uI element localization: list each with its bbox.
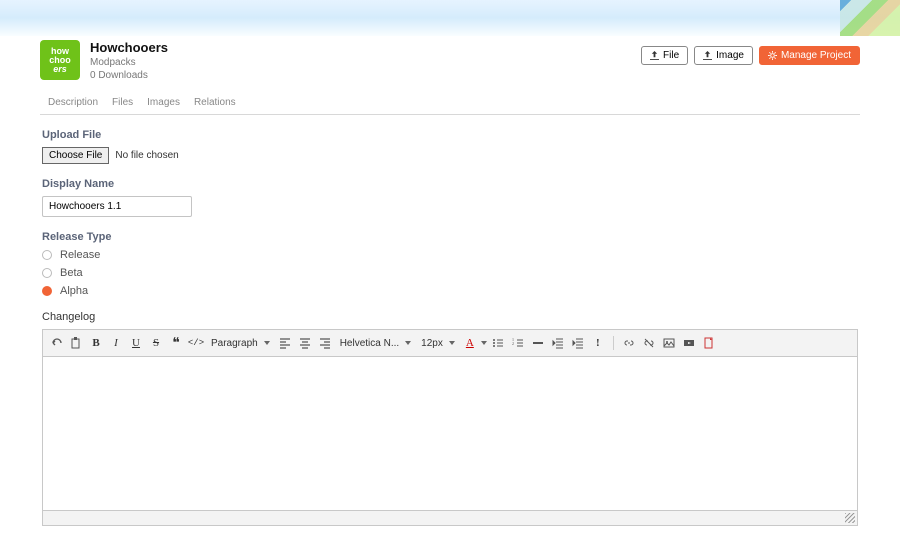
radio-icon [42,268,52,278]
project-tabs: Description Files Images Relations [40,91,860,115]
upload-icon [703,51,712,60]
separator [613,336,614,350]
bold-button[interactable]: B [87,334,105,352]
release-type-label: Release Type [42,231,858,243]
chevron-down-icon [449,341,455,345]
upload-icon [650,51,659,60]
paste-button[interactable] [67,334,85,352]
dropdown-label: Helvetica N... [340,338,399,349]
textcolor-button[interactable]: A [461,334,479,352]
banner-sprite [840,0,900,36]
strikethrough-button[interactable]: S [147,334,165,352]
editor-footer [43,511,857,525]
chevron-down-icon [264,341,270,345]
rich-text-editor: B I U S ❝ </> Paragraph Helvetica N... 1… [42,329,858,526]
paragraph-dropdown[interactable]: Paragraph [207,338,274,349]
link-button[interactable] [620,334,638,352]
changelog-label: Changelog [42,311,858,323]
radio-label: Release [60,249,100,261]
radio-icon [42,250,52,260]
gear-icon [768,51,777,60]
resize-grip-icon[interactable] [845,513,855,523]
manage-button-label: Manage Project [781,50,851,61]
tab-files[interactable]: Files [112,97,133,108]
unlink-button[interactable] [640,334,658,352]
undo-button[interactable] [47,334,65,352]
dropdown-label: Paragraph [211,338,258,349]
editor-toolbar: B I U S ❝ </> Paragraph Helvetica N... 1… [43,330,857,357]
indent-button[interactable] [569,334,587,352]
project-avatar[interactable]: how choo ers [40,40,80,80]
project-title: Howchooers [90,40,168,55]
fontsize-dropdown[interactable]: 12px [417,338,459,349]
align-center-button[interactable] [296,334,314,352]
video-button[interactable] [680,334,698,352]
chevron-down-icon [405,341,411,345]
banner-background [0,0,900,36]
image-button-label: Image [716,50,744,61]
project-downloads: 0 Downloads [90,70,168,81]
chevron-down-icon[interactable] [481,341,487,345]
tab-images[interactable]: Images [147,97,180,108]
tab-description[interactable]: Description [48,97,98,108]
display-name-label: Display Name [42,178,858,190]
release-option-alpha[interactable]: Alpha [42,285,858,297]
ul-button[interactable] [489,334,507,352]
image-button[interactable]: Image [694,46,753,65]
avatar-text: ers [53,65,67,74]
choose-file-button[interactable]: Choose File [42,147,109,164]
editor-body[interactable] [43,357,857,511]
align-right-button[interactable] [316,334,334,352]
underline-button[interactable]: U [127,334,145,352]
font-dropdown[interactable]: Helvetica N... [336,338,415,349]
release-option-release[interactable]: Release [42,249,858,261]
quote-button[interactable]: ❝ [167,334,185,352]
display-name-input[interactable] [42,196,192,217]
svg-text:2: 2 [512,341,514,346]
no-file-text: No file chosen [115,150,178,161]
radio-label: Alpha [60,285,88,297]
file-button[interactable]: File [641,46,688,65]
align-left-button[interactable] [276,334,294,352]
dropdown-label: 12px [421,338,443,349]
important-button[interactable]: ! [589,334,607,352]
code-button[interactable]: </> [187,334,205,352]
manage-project-button[interactable]: Manage Project [759,46,860,65]
file-button-label: File [663,50,679,61]
hr-button[interactable] [529,334,547,352]
upload-file-label: Upload File [42,129,858,141]
italic-button[interactable]: I [107,334,125,352]
project-header: how choo ers Howchooers Modpacks 0 Downl… [40,36,860,91]
project-category: Modpacks [90,57,168,68]
tab-relations[interactable]: Relations [194,97,236,108]
radio-icon [42,286,52,296]
ol-button[interactable]: 12 [509,334,527,352]
release-option-beta[interactable]: Beta [42,267,858,279]
image-button[interactable] [660,334,678,352]
radio-label: Beta [60,267,83,279]
attachment-button[interactable] [700,334,718,352]
outdent-button[interactable] [549,334,567,352]
release-type-group: Release Beta Alpha [42,249,858,297]
